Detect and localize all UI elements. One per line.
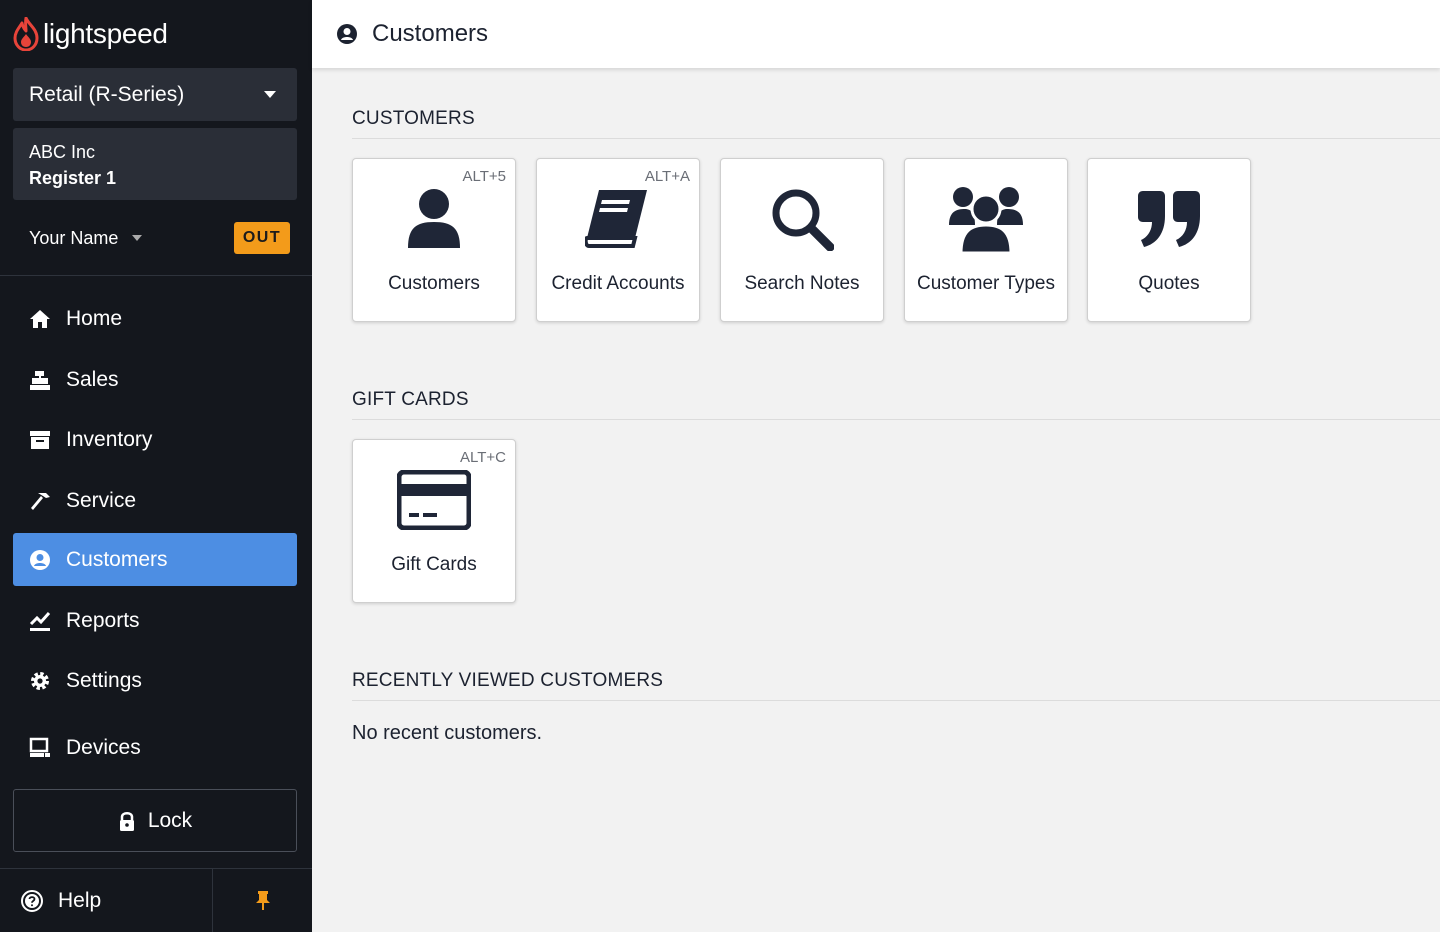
sidebar-item-label: Reports [66, 608, 140, 632]
tile-label: Credit Accounts [551, 273, 685, 294]
user-menu: Your Name OUT [29, 222, 290, 254]
tile-customers[interactable]: ALT+5 Customers [352, 158, 516, 322]
page-header: Customers [312, 0, 1440, 68]
clock-status-button[interactable]: OUT [234, 222, 290, 254]
sidebar-item-label: Home [66, 306, 123, 330]
tile-label: Customer Types [917, 273, 1055, 294]
series-select[interactable]: Retail (R-Series) [13, 68, 297, 121]
user-name-dropdown[interactable]: Your Name [29, 228, 118, 249]
store-register-info: ABC Inc Register 1 [13, 128, 297, 200]
user-circle-icon [28, 548, 52, 572]
user-circle-icon [337, 24, 357, 44]
lock-label: Lock [147, 808, 193, 832]
credit-card-icon [353, 464, 515, 536]
tile-label: Quotes [1138, 273, 1200, 294]
pin-sidebar-button[interactable] [212, 869, 312, 932]
hammer-icon [28, 489, 52, 513]
tile-label: Search Notes [744, 273, 860, 294]
sidebar-item-settings[interactable]: Settings [13, 654, 297, 707]
search-icon [721, 183, 883, 255]
register-icon [28, 368, 52, 392]
sidebar-item-label: Service [66, 488, 137, 512]
sidebar-item-label: Sales [66, 367, 119, 391]
tile-gift-cards[interactable]: ALT+C Gift Cards [352, 439, 516, 603]
tile-label: Gift Cards [391, 554, 477, 575]
brand-name: lightspeed [43, 18, 168, 49]
section-divider [352, 700, 1440, 701]
home-icon [28, 307, 52, 331]
tile-quotes[interactable]: Quotes [1087, 158, 1251, 322]
page-title: Customers [372, 20, 489, 47]
section-title-customers: CUSTOMERS [352, 108, 475, 129]
section-divider [352, 138, 1440, 139]
lock-icon [119, 811, 134, 831]
sidebar-item-label: Settings [66, 668, 142, 692]
lock-button[interactable]: Lock [13, 789, 297, 852]
sidebar: lightspeed Retail (R-Series) ABC Inc Reg… [0, 0, 312, 932]
sidebar-item-service[interactable]: Service [13, 474, 297, 527]
tile-customer-types[interactable]: Customer Types [904, 158, 1068, 322]
empty-state-text: No recent customers. [352, 722, 543, 744]
series-label: Retail (R-Series) [29, 82, 185, 106]
caret-down-icon[interactable] [132, 235, 143, 241]
sidebar-item-reports[interactable]: Reports [13, 594, 297, 647]
sidebar-item-label: Customers [66, 547, 168, 571]
pin-icon [255, 891, 270, 910]
user-icon [353, 183, 515, 255]
tile-search-notes[interactable]: Search Notes [720, 158, 884, 322]
inventory-icon [28, 428, 52, 452]
sidebar-item-devices[interactable]: Devices [13, 721, 297, 774]
devices-icon [28, 736, 52, 760]
help-label: Help [58, 889, 102, 912]
sidebar-divider [0, 275, 312, 276]
sidebar-item-sales[interactable]: Sales [13, 353, 297, 406]
sidebar-item-customers[interactable]: Customers [13, 533, 297, 586]
sidebar-item-label: Devices [66, 735, 141, 759]
sidebar-item-inventory[interactable]: Inventory [13, 413, 297, 466]
section-divider [352, 419, 1440, 420]
book-icon [537, 183, 699, 255]
flame-icon [13, 17, 39, 51]
help-icon [21, 890, 43, 912]
sidebar-item-label: Inventory [66, 427, 153, 451]
users-icon [905, 183, 1067, 255]
tile-label: Customers [388, 273, 480, 294]
register-name: Register 1 [29, 168, 117, 188]
chart-icon [28, 609, 52, 633]
chevron-down-icon [264, 91, 276, 98]
store-name: ABC Inc [29, 142, 96, 162]
section-title-gift-cards: GIFT CARDS [352, 389, 469, 410]
tile-credit-accounts[interactable]: ALT+A Credit Accounts [536, 158, 700, 322]
gear-icon [28, 669, 52, 693]
lightspeed-logo[interactable]: lightspeed [13, 14, 168, 54]
sidebar-item-home[interactable]: Home [13, 292, 297, 345]
sidebar-footer: Help [0, 868, 312, 932]
help-button[interactable]: Help [0, 869, 212, 932]
section-title-recent-customers: RECENTLY VIEWED CUSTOMERS [352, 670, 664, 691]
quote-icon [1088, 183, 1250, 255]
